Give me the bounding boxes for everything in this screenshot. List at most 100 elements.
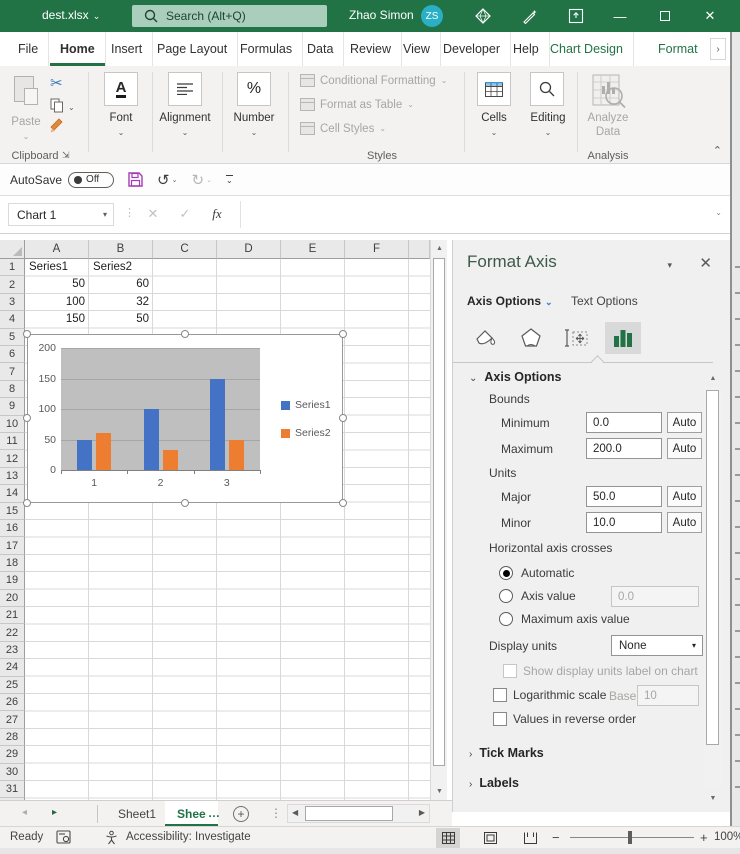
formula-input[interactable] xyxy=(240,201,724,228)
row-header-24[interactable]: 24 xyxy=(0,659,25,676)
row-header-4[interactable]: 4 xyxy=(0,311,25,328)
pane-scrollbar[interactable]: ▲ ▼ xyxy=(704,370,722,808)
vertical-scroll-thumb[interactable] xyxy=(433,258,445,766)
formula-bar-expand-icon[interactable]: ⌄ xyxy=(715,208,722,217)
row-header-26[interactable]: 26 xyxy=(0,694,25,711)
avatar[interactable]: ZS xyxy=(421,5,443,27)
minor-unit-input[interactable] xyxy=(586,512,662,533)
page-layout-view-icon[interactable] xyxy=(478,828,502,848)
row-header-23[interactable]: 23 xyxy=(0,642,25,659)
row-header-19[interactable]: 19 xyxy=(0,572,25,589)
cell-A4[interactable]: 150 xyxy=(25,311,89,328)
column-header-partial[interactable] xyxy=(409,240,430,259)
tab-file[interactable]: File xyxy=(8,32,49,66)
y-axis-label-200[interactable]: 200 xyxy=(30,342,56,354)
scroll-down-icon[interactable]: ▼ xyxy=(431,783,447,800)
column-header-F[interactable]: F xyxy=(345,240,409,259)
vertical-scrollbar[interactable]: ▲ ▼ xyxy=(430,240,447,800)
format-as-table-button[interactable]: Format as Table⌄ xyxy=(300,98,414,111)
file-name[interactable]: dest.xlsx⌄ xyxy=(42,8,100,22)
chart-handle-top-left[interactable] xyxy=(23,330,31,338)
cell-B3[interactable]: 32 xyxy=(89,294,153,311)
chart-handle-top-center[interactable] xyxy=(181,330,189,338)
zoom-out-icon[interactable]: − xyxy=(552,830,560,845)
font-button[interactable]: Font xyxy=(96,112,146,124)
name-box-splitter[interactable]: ⋮ xyxy=(124,206,135,219)
format-painter-icon[interactable] xyxy=(49,118,65,134)
maximum-axis-value-radio[interactable] xyxy=(499,612,513,626)
row-header-3[interactable]: 3 xyxy=(0,294,25,311)
worksheet[interactable]: ABCDEF 123456789101112131415161718192021… xyxy=(0,240,447,800)
cells-button[interactable]: Cells xyxy=(470,112,518,124)
tab-page-layout[interactable]: Page Layout xyxy=(147,32,238,66)
macro-record-icon[interactable] xyxy=(56,830,71,844)
bar-series2-cat2[interactable] xyxy=(163,450,178,470)
row-header-6[interactable]: 6 xyxy=(0,346,25,363)
column-header-D[interactable]: D xyxy=(217,240,281,259)
pane-options-caret-icon[interactable]: ▾ xyxy=(667,260,672,271)
row-header-31[interactable]: 31 xyxy=(0,781,25,798)
tab-format[interactable]: Format xyxy=(648,32,708,66)
values-reverse-order-checkbox[interactable] xyxy=(493,712,507,726)
row-header-25[interactable]: 25 xyxy=(0,677,25,694)
autosave-toggle[interactable]: Off xyxy=(68,172,114,188)
legend-item-series1[interactable]: Series1 xyxy=(281,399,331,411)
row-header-15[interactable]: 15 xyxy=(0,503,25,520)
x-axis-label-1[interactable]: 1 xyxy=(82,477,106,489)
axis-options-section-header[interactable]: ⌄Axis Options xyxy=(469,370,561,384)
page-break-preview-icon[interactable] xyxy=(518,828,542,848)
row-header-16[interactable]: 16 xyxy=(0,520,25,537)
zoom-slider-thumb[interactable] xyxy=(628,831,632,844)
row-header-13[interactable]: 13 xyxy=(0,468,25,485)
accessibility-status[interactable]: Accessibility: Investigate xyxy=(126,831,251,843)
tab-formulas[interactable]: Formulas xyxy=(230,32,303,66)
tab-chart-design[interactable]: Chart Design xyxy=(540,32,634,66)
copy-caret-icon[interactable]: ⌄ xyxy=(68,103,75,112)
zoom-level[interactable]: 100% xyxy=(714,831,740,843)
cells-icon[interactable] xyxy=(477,72,511,106)
labels-section-header[interactable]: ›Labels xyxy=(469,776,519,790)
fill-line-icon[interactable] xyxy=(467,322,503,354)
tab-developer[interactable]: Developer xyxy=(433,32,511,66)
search-box[interactable]: Search (Alt+Q) xyxy=(132,5,327,27)
chart-handle-bottom-center[interactable] xyxy=(181,499,189,507)
y-axis-label-50[interactable]: 50 xyxy=(30,434,56,446)
chart-handle-bottom-right[interactable] xyxy=(339,499,347,507)
insert-function-button[interactable]: fx xyxy=(206,204,228,224)
minor-auto-button[interactable]: Auto xyxy=(667,512,702,533)
redo-button[interactable]: ↻⌄ xyxy=(192,171,212,189)
editing-icon[interactable] xyxy=(530,72,564,106)
y-axis-label-150[interactable]: 150 xyxy=(30,373,56,385)
embedded-bar-chart[interactable]: 200150100500123Series1Series2 xyxy=(27,334,343,503)
automatic-radio[interactable] xyxy=(499,566,513,580)
more-tabs-button[interactable]: › xyxy=(710,38,726,60)
zoom-slider[interactable] xyxy=(570,837,694,838)
sheet-nav-right-icon[interactable]: ▸ xyxy=(52,807,57,818)
pane-scroll-down-icon[interactable]: ▼ xyxy=(704,790,722,807)
size-properties-icon[interactable] xyxy=(559,322,595,354)
ribbon-display-options-icon[interactable] xyxy=(567,7,585,25)
row-header-29[interactable]: 29 xyxy=(0,746,25,763)
row-header-21[interactable]: 21 xyxy=(0,607,25,624)
paste-button[interactable]: Paste xyxy=(6,116,46,128)
diamond-icon[interactable] xyxy=(474,7,492,25)
x-axis-label-2[interactable]: 2 xyxy=(149,477,173,489)
chart-handle-bottom-left[interactable] xyxy=(23,499,31,507)
cell-A3[interactable]: 100 xyxy=(25,294,89,311)
select-all-corner[interactable] xyxy=(0,240,25,259)
logarithmic-scale-checkbox[interactable] xyxy=(493,688,507,702)
copy-icon[interactable] xyxy=(50,98,64,113)
scroll-up-icon[interactable]: ▲ xyxy=(431,240,447,257)
alignment-button[interactable]: Alignment xyxy=(154,112,216,124)
draw-pen-icon[interactable] xyxy=(520,7,538,25)
cut-icon[interactable]: ✂ xyxy=(50,74,63,92)
save-button[interactable] xyxy=(128,172,143,187)
row-header-5[interactable]: 5 xyxy=(0,329,25,346)
maximize-button[interactable] xyxy=(648,0,682,32)
bar-series1-cat1[interactable] xyxy=(77,440,92,471)
cell-styles-button[interactable]: Cell Styles⌄ xyxy=(300,122,386,135)
bar-series1-cat2[interactable] xyxy=(144,409,159,470)
analyze-data-button[interactable]: Analyze xyxy=(580,112,636,124)
row-header-7[interactable]: 7 xyxy=(0,363,25,380)
minimum-input[interactable] xyxy=(586,412,662,433)
